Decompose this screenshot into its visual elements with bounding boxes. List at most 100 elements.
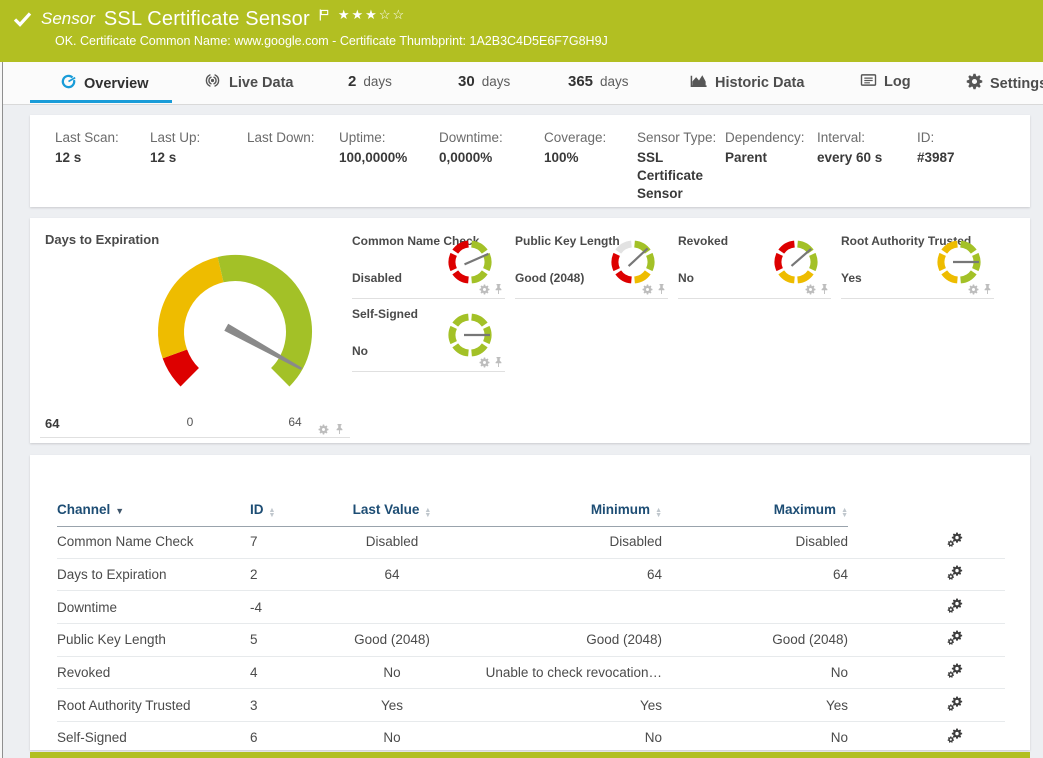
sensor-title: SSL Certificate Sensor [104, 8, 310, 31]
cell-c5: No [662, 665, 848, 680]
info-last-up: Last Up:12 s [150, 130, 247, 207]
primary-channel-gauge-panel: Days to Expiration 64 0 64 [40, 226, 350, 438]
table-row-downtime[interactable]: Downtime-4 [57, 591, 1005, 624]
gauge-tile-title: Self-Signed [352, 307, 418, 321]
tab-overview[interactable]: Overview [60, 73, 149, 94]
live-icon [203, 73, 222, 92]
channel-settings-icon[interactable] [947, 598, 963, 614]
cell-c4: 64 [459, 567, 662, 582]
info-last-scan: Last Scan:12 s [55, 130, 150, 207]
column-header-maximum[interactable]: Maximum▲▼ [662, 493, 848, 527]
info-uptime: Uptime:100,0000% [339, 130, 439, 207]
column-header-last-value[interactable]: Last Value▲▼ [325, 493, 459, 527]
info-label: Coverage: [544, 130, 637, 145]
cell-c4: Yes [459, 698, 662, 713]
info-value: 100% [544, 149, 637, 167]
channel-settings-icon[interactable] [947, 728, 963, 744]
cell-c5: Disabled [662, 534, 848, 549]
info-downtime: Downtime:0,0000% [439, 130, 544, 207]
info-label: Dependency: [725, 130, 817, 145]
tab-historic-data[interactable]: Historic Data [690, 73, 804, 92]
pin-icon[interactable] [494, 283, 503, 295]
common-name-check-gauge [447, 239, 493, 285]
gear-small-icon[interactable] [805, 284, 816, 295]
tab-label: Settings [990, 76, 1043, 92]
column-header-minimum[interactable]: Minimum ▲▼ [459, 493, 662, 527]
column-header-id[interactable]: ID▲▼ [250, 493, 325, 527]
active-tab-underline [30, 100, 172, 103]
cell-c1: Self-Signed [57, 730, 250, 745]
tab-live-data[interactable]: Live Data [203, 73, 293, 92]
channel-settings-icon[interactable] [947, 630, 963, 646]
pin-icon[interactable] [494, 356, 503, 368]
tab-range-number: 30 [458, 73, 475, 90]
gear-small-icon[interactable] [968, 284, 979, 295]
cell-actions [848, 663, 1005, 682]
table-row-common-name-check[interactable]: Common Name Check7DisabledDisabledDisabl… [57, 526, 1005, 559]
cell-actions [848, 598, 1005, 617]
info-label: ID: [917, 130, 987, 145]
channel-settings-icon[interactable] [947, 532, 963, 548]
pin-icon[interactable] [820, 283, 829, 295]
footer-accent-bar [30, 752, 1030, 758]
gear-small-icon[interactable] [318, 424, 329, 435]
gauge-tile-root-authority-trusted: Root Authority TrustedYes [841, 226, 994, 299]
table-row-revoked[interactable]: Revoked4NoUnable to check revocation…No [57, 657, 1005, 690]
column-header-channel[interactable]: Channel▼ [57, 493, 250, 527]
table-row-root-authority-trusted[interactable]: Root Authority Trusted3YesYesYes [57, 689, 1005, 722]
tab-365-days[interactable]: 365 days [568, 73, 629, 90]
column-header-label: ID [250, 502, 264, 517]
tab-label: Log [884, 74, 911, 90]
tab-2-days[interactable]: 2days [348, 73, 392, 90]
tab-range-number: 2 [348, 73, 356, 90]
sort-toggle-icon: ▲▼ [655, 500, 662, 518]
gear-small-icon[interactable] [479, 357, 490, 368]
sensor-info-bar: Last Scan:12 sLast Up:12 sLast Down:Upti… [30, 115, 1030, 207]
secondary-gauge-tiles: Common Name CheckDisabledPublic Key Leng… [352, 226, 994, 372]
pin-icon[interactable] [657, 283, 666, 295]
channel-settings-icon[interactable] [947, 663, 963, 679]
cell-c4: Disabled [459, 534, 662, 549]
channel-settings-icon[interactable] [947, 565, 963, 581]
tab-range-number: 365 [568, 73, 593, 90]
gauge-tile-title: Public Key Length [515, 234, 620, 248]
pin-icon[interactable] [983, 283, 992, 295]
gauge-tile-value: Good (2048) [515, 271, 584, 285]
gear-small-icon[interactable] [479, 284, 490, 295]
cell-actions [848, 532, 1005, 551]
info-value: SSL Certificate Sensor [637, 149, 725, 204]
cell-c3: No [325, 730, 459, 745]
window-edge-line [2, 62, 3, 758]
tab-settings[interactable]: Settings [966, 73, 1043, 94]
cell-c1: Public Key Length [57, 632, 250, 647]
gauge-tile-value: Disabled [352, 271, 402, 285]
column-header-label: Minimum [591, 502, 650, 517]
cell-actions [848, 565, 1005, 584]
table-row-days-to-expiration[interactable]: Days to Expiration2646464 [57, 559, 1005, 592]
tab-label: Live Data [229, 75, 293, 91]
tab-label: days [600, 74, 629, 89]
self-signed-gauge [447, 312, 493, 358]
info-value: 100,0000% [339, 149, 439, 167]
cell-c2: 2 [250, 567, 325, 582]
gauge-tile-actions [968, 283, 992, 295]
table-row-public-key-length[interactable]: Public Key Length5Good (2048)Good (2048)… [57, 624, 1005, 657]
tab-30-days[interactable]: 30days [458, 73, 510, 90]
table-row-self-signed[interactable]: Self-Signed6NoNoNo [57, 722, 1005, 755]
channels-table-panel: Channel▼ID▲▼Last Value▲▼ Minimum ▲▼Maximum… [30, 455, 1030, 750]
cell-c3: Good (2048) [325, 632, 459, 647]
priority-stars[interactable]: ★★★☆☆ [338, 7, 406, 23]
cell-c3: Yes [325, 698, 459, 713]
cell-actions [848, 630, 1005, 649]
channel-settings-icon[interactable] [947, 696, 963, 712]
flag-icon[interactable] [318, 8, 330, 22]
gauge-tile-title: Revoked [678, 234, 728, 248]
gear-small-icon[interactable] [642, 284, 653, 295]
info-label: Downtime: [439, 130, 544, 145]
cell-c3: No [325, 665, 459, 680]
tab-log[interactable]: Log [860, 73, 911, 91]
pin-icon[interactable] [335, 423, 344, 435]
primary-gauge-value: 64 [45, 416, 59, 431]
cell-c1: Downtime [57, 600, 250, 615]
gear-icon [966, 73, 983, 94]
